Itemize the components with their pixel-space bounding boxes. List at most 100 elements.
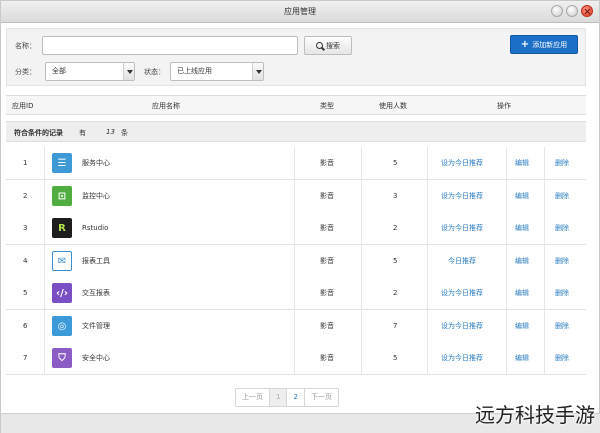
- chevron-down-icon: [252, 63, 263, 80]
- edit-link[interactable]: 编辑: [515, 245, 529, 277]
- row-app-name[interactable]: 安全中心: [82, 342, 110, 374]
- delete-link[interactable]: 删除: [555, 147, 569, 179]
- recommend-link[interactable]: 今日推荐: [448, 245, 476, 277]
- row-app-name[interactable]: 交互报表: [82, 277, 110, 309]
- row-id: 4: [23, 257, 28, 265]
- row-id: 5: [23, 289, 28, 297]
- header-id: 应用ID: [12, 102, 34, 110]
- search-button[interactable]: 搜索: [304, 36, 352, 55]
- page-2-button[interactable]: 2: [287, 389, 305, 406]
- row-app-name[interactable]: 报表工具: [82, 245, 110, 277]
- status-select-value: 已上线应用: [177, 67, 212, 75]
- add-app-button-label: 添加新应用: [532, 40, 568, 49]
- recommend-link[interactable]: 设为今日推荐: [441, 147, 483, 179]
- row-users: 2: [393, 224, 398, 232]
- row-users: 5: [393, 354, 398, 362]
- minimize-button[interactable]: [551, 5, 563, 17]
- delete-link[interactable]: 删除: [555, 342, 569, 374]
- delete-link[interactable]: 删除: [555, 180, 569, 212]
- app-window: 应用管理 名称： 搜索 分类： 全部 状态： 已上线应用 + 添加新应用 应用I…: [0, 0, 600, 433]
- monitor-icon: ⊡: [52, 186, 72, 206]
- window-controls: [551, 5, 593, 17]
- row-type: 影音: [320, 192, 334, 200]
- table-row: 6 ◎ 文件管理 影音 7 设为今日推荐 编辑 删除: [6, 310, 586, 343]
- table-row: 3 R Rstudio 影音 2 设为今日推荐 编辑 删除: [6, 212, 586, 245]
- row-users: 7: [393, 322, 398, 330]
- row-type: 影音: [320, 289, 334, 297]
- row-app-name[interactable]: Rstudio: [82, 212, 108, 244]
- row-users: 5: [393, 257, 398, 265]
- header-type: 类型: [320, 102, 334, 110]
- summary-count: 13: [106, 128, 115, 136]
- row-app-name[interactable]: 服务中心: [82, 147, 110, 179]
- header-name: 应用名称: [152, 102, 180, 110]
- recommend-link[interactable]: 设为今日推荐: [441, 310, 483, 342]
- rstudio-icon: R: [52, 218, 72, 238]
- close-button[interactable]: [581, 5, 593, 17]
- search-icon: [316, 42, 323, 49]
- code-icon: ‹/›: [52, 283, 72, 303]
- row-type: 影音: [320, 354, 334, 362]
- delete-link[interactable]: 删除: [555, 212, 569, 244]
- recommend-link[interactable]: 设为今日推荐: [441, 180, 483, 212]
- edit-link[interactable]: 编辑: [515, 277, 529, 309]
- record-summary: 符合条件的记录 有 13 条: [6, 121, 586, 142]
- table-row: 5 ‹/› 交互报表 影音 2 设为今日推荐 编辑 删除: [6, 277, 586, 310]
- recommend-link[interactable]: 设为今日推荐: [441, 342, 483, 374]
- shield-icon: ⛉: [52, 348, 72, 368]
- plus-icon: +: [520, 38, 530, 50]
- table-row: 4 ✉ 报表工具 影音 5 今日推荐 编辑 删除: [6, 245, 586, 278]
- chevron-down-icon: [123, 63, 134, 80]
- add-app-button[interactable]: + 添加新应用: [510, 35, 578, 54]
- watermark-text: 远方科技手游: [475, 403, 595, 427]
- maximize-button[interactable]: [566, 5, 578, 17]
- mail-icon: ✉: [52, 251, 72, 271]
- status-select[interactable]: 已上线应用: [170, 62, 264, 81]
- header-actions: 操作: [497, 102, 511, 110]
- delete-link[interactable]: 删除: [555, 245, 569, 277]
- row-id: 2: [23, 192, 28, 200]
- recommend-link[interactable]: 设为今日推荐: [441, 277, 483, 309]
- edit-link[interactable]: 编辑: [515, 342, 529, 374]
- row-users: 3: [393, 192, 398, 200]
- search-button-label: 搜索: [326, 41, 340, 50]
- header-users: 使用人数: [379, 102, 407, 110]
- server-icon: ☰: [52, 153, 72, 173]
- row-type: 影音: [320, 322, 334, 330]
- edit-link[interactable]: 编辑: [515, 147, 529, 179]
- row-app-name[interactable]: 监控中心: [82, 180, 110, 212]
- name-input[interactable]: [42, 36, 298, 55]
- filter-panel: 名称： 搜索 分类： 全部 状态： 已上线应用 + 添加新应用: [6, 28, 586, 86]
- row-type: 影音: [320, 257, 334, 265]
- table-header: 应用ID 应用名称 类型 使用人数 操作: [6, 95, 586, 115]
- category-select[interactable]: 全部: [45, 62, 135, 81]
- summary-prefix: 符合条件的记录: [14, 129, 63, 137]
- table-row: 2 ⊡ 监控中心 影音 3 设为今日推荐 编辑 删除: [6, 180, 586, 213]
- edit-link[interactable]: 编辑: [515, 310, 529, 342]
- status-label: 状态：: [144, 68, 165, 76]
- delete-link[interactable]: 删除: [555, 277, 569, 309]
- delete-link[interactable]: 删除: [555, 310, 569, 342]
- row-id: 3: [23, 224, 28, 232]
- table-row: 1 ☰ 服务中心 影音 5 设为今日推荐 编辑 删除: [6, 147, 586, 180]
- window-title: 应用管理: [284, 7, 316, 16]
- row-type: 影音: [320, 159, 334, 167]
- prev-page-button[interactable]: 上一页: [236, 389, 270, 406]
- edit-link[interactable]: 编辑: [515, 180, 529, 212]
- page-1-button[interactable]: 1: [270, 389, 288, 406]
- next-page-button[interactable]: 下一页: [305, 389, 338, 406]
- row-id: 6: [23, 322, 28, 330]
- row-id: 7: [23, 354, 28, 362]
- row-users: 5: [393, 159, 398, 167]
- pagination: 上一页 1 2 下一页: [235, 388, 339, 407]
- category-select-value: 全部: [52, 67, 66, 75]
- recommend-link[interactable]: 设为今日推荐: [441, 212, 483, 244]
- title-bar: 应用管理: [1, 1, 599, 23]
- row-app-name[interactable]: 文件管理: [82, 310, 110, 342]
- row-users: 2: [393, 289, 398, 297]
- table-row: 7 ⛉ 安全中心 影音 5 设为今日推荐 编辑 删除: [6, 342, 586, 375]
- category-label: 分类：: [15, 68, 36, 76]
- row-id: 1: [23, 159, 28, 167]
- row-type: 影音: [320, 224, 334, 232]
- edit-link[interactable]: 编辑: [515, 212, 529, 244]
